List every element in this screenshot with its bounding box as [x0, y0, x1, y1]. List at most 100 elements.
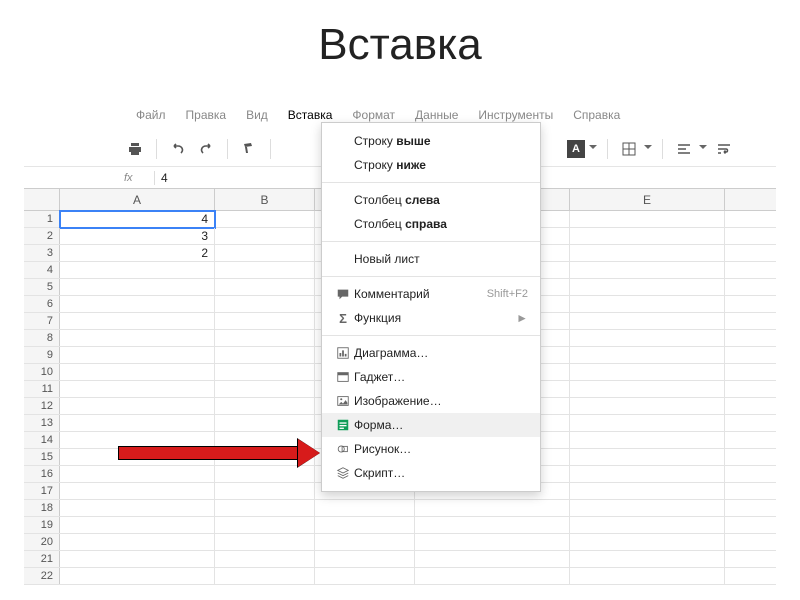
cell[interactable]: [215, 517, 315, 534]
cell[interactable]: [60, 347, 215, 364]
row-header[interactable]: 6: [24, 296, 60, 312]
cell[interactable]: [215, 483, 315, 500]
paint-format-icon[interactable]: [238, 138, 260, 160]
row-header[interactable]: 21: [24, 551, 60, 567]
cell[interactable]: [215, 381, 315, 398]
menu-chart[interactable]: Диаграмма…: [322, 341, 540, 365]
cell[interactable]: [60, 296, 215, 313]
print-icon[interactable]: [124, 138, 146, 160]
cell[interactable]: [215, 415, 315, 432]
cell[interactable]: [315, 551, 415, 568]
cell[interactable]: [215, 551, 315, 568]
menu-drawing[interactable]: Рисунок…: [322, 437, 540, 461]
cell[interactable]: [215, 211, 315, 228]
cell[interactable]: [60, 398, 215, 415]
row-header[interactable]: 2: [24, 228, 60, 244]
menu-comment[interactable]: Комментарий Shift+F2: [322, 282, 540, 306]
col-header-b[interactable]: B: [215, 189, 315, 210]
row-header[interactable]: 1: [24, 211, 60, 227]
cell[interactable]: [570, 347, 725, 364]
cell[interactable]: [570, 500, 725, 517]
cell[interactable]: [570, 330, 725, 347]
cell[interactable]: [315, 517, 415, 534]
menu-gadget[interactable]: Гаджет…: [322, 365, 540, 389]
row-header[interactable]: 13: [24, 415, 60, 431]
cell[interactable]: [215, 330, 315, 347]
cell[interactable]: [570, 296, 725, 313]
menu-col-right[interactable]: Столбец справа: [322, 212, 540, 236]
row-header[interactable]: 17: [24, 483, 60, 499]
row-header[interactable]: 7: [24, 313, 60, 329]
row-header[interactable]: 20: [24, 534, 60, 550]
menu-image[interactable]: Изображение…: [322, 389, 540, 413]
menu-edit[interactable]: Правка: [176, 104, 237, 126]
cell[interactable]: 3: [60, 228, 215, 245]
cell[interactable]: [60, 534, 215, 551]
menu-col-left[interactable]: Столбец слева: [322, 188, 540, 212]
redo-icon[interactable]: [195, 138, 217, 160]
chevron-down-icon[interactable]: [699, 145, 707, 153]
cell[interactable]: [570, 551, 725, 568]
cell[interactable]: [570, 279, 725, 296]
cell[interactable]: [215, 568, 315, 585]
menu-file[interactable]: Файл: [126, 104, 176, 126]
cell[interactable]: [215, 534, 315, 551]
row-header[interactable]: 10: [24, 364, 60, 380]
col-header-e[interactable]: E: [570, 189, 725, 210]
row-header[interactable]: 4: [24, 262, 60, 278]
cell[interactable]: [60, 313, 215, 330]
cell[interactable]: [215, 296, 315, 313]
cell[interactable]: [60, 483, 215, 500]
menu-script[interactable]: Скрипт…: [322, 461, 540, 485]
cell[interactable]: [215, 500, 315, 517]
cell[interactable]: [570, 415, 725, 432]
cell[interactable]: [60, 517, 215, 534]
cell[interactable]: [315, 500, 415, 517]
select-all-corner[interactable]: [24, 189, 60, 210]
menu-row-above[interactable]: Строку выше: [322, 129, 540, 153]
cell[interactable]: [315, 534, 415, 551]
menu-help[interactable]: Справка: [563, 104, 630, 126]
cell[interactable]: [60, 568, 215, 585]
cell[interactable]: [570, 449, 725, 466]
row-header[interactable]: 8: [24, 330, 60, 346]
row-header[interactable]: 15: [24, 449, 60, 465]
cell[interactable]: [215, 228, 315, 245]
cell[interactable]: [60, 364, 215, 381]
cell[interactable]: [570, 313, 725, 330]
chevron-down-icon[interactable]: [644, 145, 652, 153]
cell[interactable]: 4: [60, 211, 215, 228]
cell[interactable]: [215, 245, 315, 262]
row-header[interactable]: 9: [24, 347, 60, 363]
cell[interactable]: [60, 279, 215, 296]
menu-function[interactable]: Σ Функция ►: [322, 306, 540, 330]
borders-icon[interactable]: [618, 138, 640, 160]
cell[interactable]: [60, 500, 215, 517]
chevron-down-icon[interactable]: [589, 145, 597, 153]
cell[interactable]: [570, 364, 725, 381]
menu-new-sheet[interactable]: Новый лист: [322, 247, 540, 271]
align-icon[interactable]: [673, 138, 695, 160]
cell[interactable]: [315, 568, 415, 585]
cell[interactable]: [570, 398, 725, 415]
cell[interactable]: [60, 415, 215, 432]
cell[interactable]: [415, 568, 570, 585]
cell[interactable]: [60, 551, 215, 568]
undo-icon[interactable]: [167, 138, 189, 160]
cell[interactable]: [570, 432, 725, 449]
cell[interactable]: 2: [60, 245, 215, 262]
text-color-icon[interactable]: A: [567, 140, 585, 158]
formula-value[interactable]: 4: [161, 171, 168, 185]
cell[interactable]: [415, 517, 570, 534]
cell[interactable]: [215, 398, 315, 415]
cell[interactable]: [215, 262, 315, 279]
row-header[interactable]: 3: [24, 245, 60, 261]
cell[interactable]: [570, 381, 725, 398]
cell[interactable]: [570, 517, 725, 534]
cell[interactable]: [60, 381, 215, 398]
cell[interactable]: [570, 228, 725, 245]
cell[interactable]: [415, 551, 570, 568]
row-header[interactable]: 22: [24, 568, 60, 584]
cell[interactable]: [415, 500, 570, 517]
cell[interactable]: [415, 534, 570, 551]
